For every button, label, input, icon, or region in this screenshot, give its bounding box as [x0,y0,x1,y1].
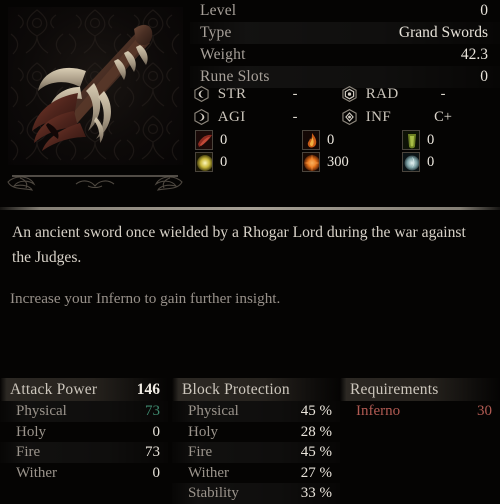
physical-damage-icon [195,130,213,150]
stat-row-physical: Physical 73 [0,401,168,422]
info-label: Type [200,24,232,41]
stat-row-holy: Holy 0 [0,422,168,443]
scaling-stat-label: STR [217,86,247,103]
stat-value: 45 % [300,444,332,460]
stat-row-physical: Physical 45 % [172,401,340,422]
scaling-grade-agi: - [292,109,298,125]
info-label: Level [200,2,237,19]
scaling-cell-agi: AGI [194,106,246,129]
scaling-grade-rad: - [440,86,446,102]
scaling-row: STR - RAD - [190,83,500,106]
panel-title: Block Protection [182,381,290,398]
holy-damage-icon [195,152,213,172]
section-divider [0,207,500,210]
scaling-stat-label: AGI [217,109,246,126]
scaling-row: AGI - INF C+ [190,106,500,129]
stat-value: 27 % [300,464,332,481]
stat-row-holy: Holy 28 % [172,422,340,443]
stat-label: Stability [188,485,239,501]
attack-power-panel: Attack Power 146 Physical 73 Holy 0 Fire… [0,378,168,504]
stat-label: Physical [188,403,239,419]
stat-row-inferno: Inferno 30 [340,401,500,422]
damage-value: 0 [427,154,435,170]
damage-value: 0 [327,132,335,148]
inferno-icon [342,108,357,125]
stat-label: Holy [16,423,46,440]
item-insight-hint: Increase your Inferno to gain further in… [10,290,281,307]
weapon-artwork [32,24,153,151]
stat-label: Inferno [356,403,401,419]
stat-row-wither: Wither 0 [0,463,168,484]
scaling-stat-label: INF [365,109,392,126]
block-protection-panel: Block Protection Physical 45 % Holy 28 %… [172,378,340,504]
agility-icon [194,108,209,125]
stat-label: Wither [16,464,58,481]
stat-label: Physical [16,403,67,419]
stat-scaling-grid: STR - RAD - AGI - INF C+ [190,83,500,129]
damage-value: 0 [427,132,435,148]
frost-damage-icon [402,152,420,172]
panel-title: Requirements [350,381,439,398]
stat-row-fire: Fire 73 [0,442,168,463]
burn-damage-icon [302,152,320,172]
scaling-cell-str: STR [194,83,246,106]
stat-label: Holy [188,423,218,440]
damage-row: 0 300 0 [190,151,500,173]
info-row-weight: Weight 42.3 [190,44,500,66]
stat-value: 73 [145,403,160,419]
item-description-text: An ancient sword once wielded by a Rhoga… [12,224,466,266]
scaling-grade-inf: C+ [434,109,452,125]
stat-row-wither: Wither 27 % [172,463,340,484]
stat-label: Fire [188,444,213,460]
stat-value: 28 % [300,423,332,440]
info-value: 42.3 [460,46,488,63]
stat-row-fire: Fire 45 % [172,442,340,463]
damage-value: 300 [327,154,349,170]
poison-damage-icon [402,130,420,150]
stat-value: 30 [477,403,492,419]
decorative-ornament-divider [7,175,183,191]
item-portrait-block [0,0,190,200]
item-stats-panels: Attack Power 146 Physical 73 Holy 0 Fire… [0,378,500,504]
damage-type-grid: 0 0 0 0 300 0 [190,129,500,173]
panel-header-attack-power: Attack Power 146 [0,378,168,401]
damage-value: 0 [220,132,228,148]
requirements-panel: Requirements Inferno 30 [340,378,500,504]
damage-row: 0 0 0 [190,129,500,151]
stat-value: 0 [152,464,161,481]
panel-header-block-protection: Block Protection [172,378,340,401]
strength-icon [194,85,209,102]
radiance-icon [342,85,357,102]
fire-damage-icon [302,130,320,150]
info-value: Grand Swords [398,24,488,41]
stat-value: 45 % [300,403,332,419]
info-row-type: Type Grand Swords [190,22,500,44]
item-info-table: Level 0 Type Grand Swords Weight 42.3 Ru… [190,0,500,88]
info-value: 0 [480,2,488,19]
stat-label: Fire [16,444,41,460]
panel-total-value: 146 [136,381,160,398]
scaling-cell-inf: INF [342,106,391,129]
panel-header-requirements: Requirements [340,378,500,401]
stat-row-stability: Stability 33 % [172,483,340,504]
stat-value: 73 [145,444,160,460]
scaling-cell-rad: RAD [342,83,399,106]
item-portrait-frame [8,7,183,165]
info-row-level: Level 0 [190,0,500,22]
stat-value: 33 % [300,485,332,501]
panel-title: Attack Power [10,381,98,398]
info-label: Weight [200,46,246,63]
item-description-section: An ancient sword once wielded by a Rhoga… [0,213,500,310]
stat-label: Wither [188,464,230,481]
scaling-grade-str: - [292,86,298,102]
item-summary-section: Level 0 Type Grand Swords Weight 42.3 Ru… [0,0,500,200]
stat-value: 0 [152,423,161,440]
scaling-stat-label: RAD [365,86,399,103]
damage-value: 0 [220,154,228,170]
